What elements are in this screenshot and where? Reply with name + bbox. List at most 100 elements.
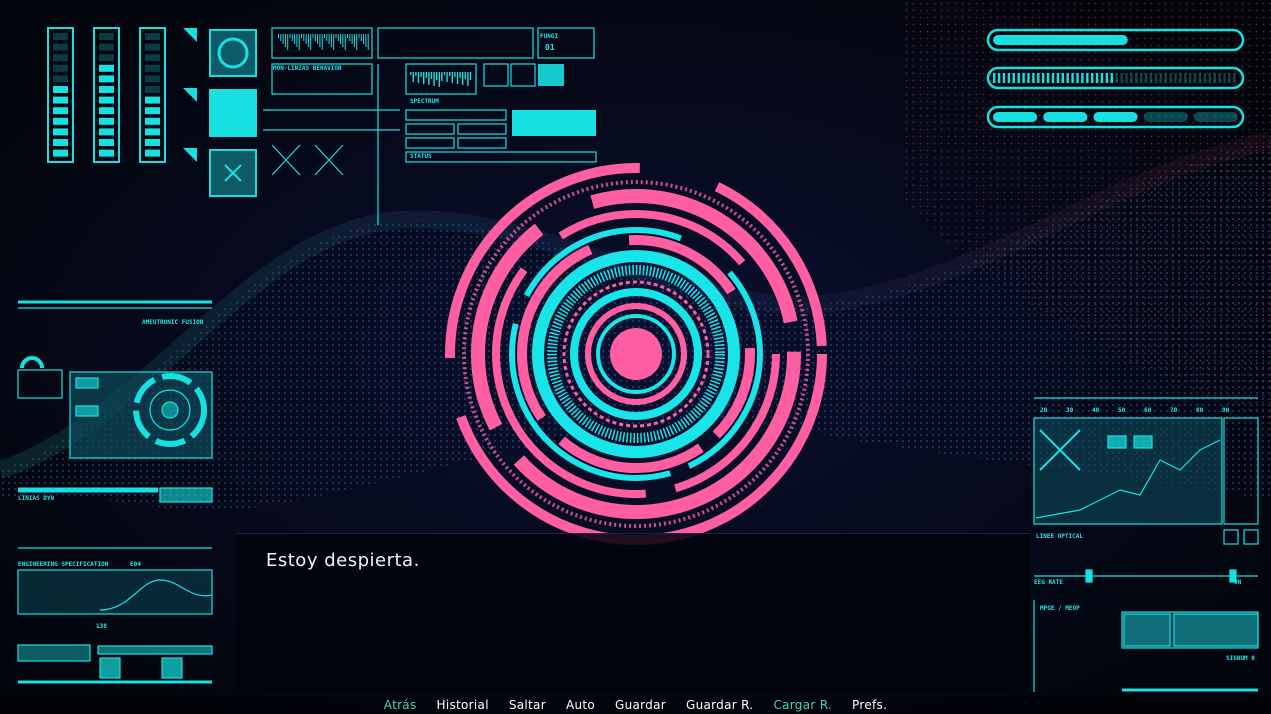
meter-segment (53, 43, 68, 51)
left-panel-3: ENGINEERING SPECIFICATION (18, 561, 109, 568)
tick-mark (456, 72, 459, 84)
meter-segment (99, 128, 114, 136)
meter-segment (145, 86, 160, 93)
meter-segment (145, 64, 160, 72)
status-bar-segment (1081, 73, 1084, 83)
status-bar-segment (1095, 73, 1099, 83)
tick-mark (282, 34, 284, 44)
left-panel-3-code: E04 (130, 561, 141, 568)
right-label-4: SIGNUM 0 (1226, 655, 1255, 662)
tick-mark (451, 72, 453, 83)
tick-label: 70 (1170, 407, 1178, 414)
tick-mark (467, 72, 469, 86)
status-bar-segment (993, 73, 996, 83)
tick-mark (415, 72, 417, 76)
tick-mark (296, 34, 298, 47)
status-bar-segment (1184, 73, 1187, 83)
quick-menu-history[interactable]: Historial (437, 698, 489, 712)
tick-mark (310, 34, 312, 50)
meter-segment (99, 86, 114, 93)
meter-segment (53, 54, 68, 62)
status-bar-segment (1120, 73, 1123, 83)
right-label-2: EEG RATE (1034, 579, 1063, 586)
tick-mark (314, 34, 316, 41)
status-bar-segment (1051, 73, 1055, 83)
status-bar-segment (1056, 73, 1060, 83)
status-bar-segment (1144, 73, 1148, 83)
status-bar-segment (1017, 73, 1020, 83)
quick-menu-auto[interactable]: Auto (566, 698, 595, 712)
tick-mark (363, 34, 365, 44)
tick-mark (280, 34, 282, 41)
meter-segment (145, 139, 160, 146)
tick-mark (358, 34, 360, 38)
tick-label: 30 (1066, 407, 1074, 414)
right-label-1: LINEE OPTICAL (1036, 533, 1083, 540)
dialogue-box[interactable]: Estoy despierta. (236, 533, 1030, 694)
right-label-3: MPGE / MEOP (1040, 605, 1080, 612)
tick-label: 90 (1222, 407, 1230, 414)
status-bar-3-segment (1143, 112, 1188, 122)
status-bar-3-segment (1093, 112, 1138, 122)
quick-menu-prefs[interactable]: Prefs. (852, 698, 887, 712)
top-label-2: SPECTRUM (410, 98, 439, 105)
tick-mark (433, 72, 435, 86)
quick-menu-save[interactable]: Guardar (615, 698, 666, 712)
tick-mark (353, 34, 355, 47)
status-bar-segment (1091, 73, 1094, 83)
tick-mark (333, 34, 335, 50)
status-bar-3-segment (993, 112, 1038, 122)
status-bar-segment (1218, 73, 1221, 83)
tick-mark (328, 34, 330, 44)
meter-segment (99, 33, 114, 40)
top-label-3: STATUS (410, 153, 432, 160)
tick-mark (317, 34, 319, 44)
status-bar-segment (1042, 73, 1045, 83)
status-bar-segment (997, 73, 1001, 83)
status-bar-segment (1032, 73, 1035, 83)
quick-menu-back[interactable]: Atrás (384, 698, 417, 712)
tick-mark (469, 72, 472, 80)
tick-mark (351, 34, 353, 44)
quick-menu-quick-save[interactable]: Guardar R. (686, 698, 753, 712)
tick-mark (287, 34, 289, 50)
tick-mark (335, 34, 337, 38)
status-bar-segment (1046, 73, 1050, 83)
fungi-label: FUNGI (540, 33, 558, 40)
status-bar-segment (1213, 73, 1216, 83)
status-bar-segment (1115, 73, 1118, 83)
status-bar-segment (1140, 73, 1143, 83)
meter-segment (145, 75, 160, 83)
status-bar-segment (1022, 73, 1025, 83)
quick-menu-quick-load[interactable]: Cargar R. (773, 698, 832, 712)
status-bar-segment (1208, 73, 1211, 83)
quick-menu-skip[interactable]: Saltar (509, 698, 546, 712)
tick-mark (312, 34, 314, 38)
status-bar-segment (1174, 73, 1177, 83)
status-bar-segment (1169, 73, 1172, 83)
status-bar-segment (1228, 73, 1231, 83)
meter-segment (99, 54, 114, 62)
meter-segment (99, 43, 114, 51)
tick-mark (423, 72, 425, 84)
tick-mark (289, 34, 291, 38)
tick-mark (367, 34, 369, 50)
left-panel-1: AMEUTRONIC FUSION (142, 319, 204, 326)
tick-mark (436, 72, 438, 80)
tick-mark (305, 34, 307, 44)
meter-segment (145, 149, 160, 157)
quick-menu: Atrás Historial Saltar Auto Guardar Guar… (0, 696, 1271, 714)
tick-label: 80 (1196, 407, 1204, 414)
tick-mark (284, 34, 286, 47)
tick-mark (278, 34, 279, 38)
status-bar-segment (1154, 73, 1158, 83)
meter-segment (53, 64, 68, 72)
tick-mark (291, 34, 293, 41)
status-bar-segment (1071, 73, 1074, 83)
tick-mark (365, 34, 367, 47)
status-bar-segment (1012, 73, 1015, 83)
status-bar-segment (1159, 73, 1162, 83)
meter-segment (99, 107, 114, 115)
tick-mark (349, 34, 351, 41)
meter-segment (145, 33, 160, 40)
